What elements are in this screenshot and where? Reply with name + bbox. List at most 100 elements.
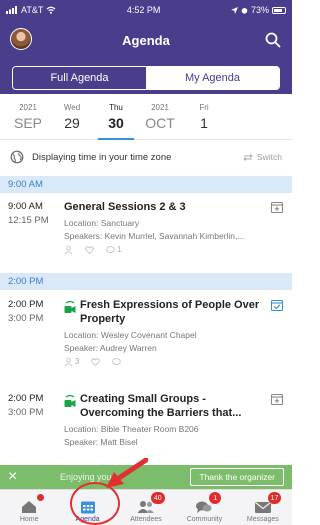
bottom-tab-bar: Home Agenda 40 Attendees 1 Community 17 … bbox=[0, 489, 292, 525]
add-to-calendar-icon[interactable] bbox=[270, 200, 284, 214]
session-speakers: Speaker: Matt Bisel bbox=[64, 437, 138, 447]
page-title: Agenda bbox=[122, 32, 170, 48]
session-speakers: Speaker: Audrey Warren bbox=[64, 343, 157, 353]
session-end: 3:00 PM bbox=[8, 313, 44, 324]
video-icon bbox=[64, 394, 76, 407]
session-title-text: Fresh Expressions of People Over Propert… bbox=[80, 299, 260, 325]
date-day: 30 bbox=[108, 115, 124, 131]
session-title: Fresh Expressions of People Over Propert… bbox=[64, 298, 270, 326]
close-icon[interactable]: × bbox=[8, 468, 24, 486]
signal-icon bbox=[6, 6, 17, 14]
tab-home[interactable]: Home bbox=[0, 490, 58, 525]
date-strip: 2021 SEP Wed 29 Thu 30 2021 OCT Fri 1 bbox=[0, 98, 292, 140]
battery-percent: 73% bbox=[250, 5, 269, 15]
session-body: General Sessions 2 & 3 Location: Sanctua… bbox=[64, 200, 270, 254]
session-times: 2:00 PM 3:00 PM bbox=[8, 298, 54, 326]
messages-badge: 17 bbox=[267, 492, 282, 504]
session-location: Location: Sanctuary bbox=[64, 218, 140, 228]
date-weekday: Fri bbox=[199, 103, 209, 112]
date-year: 2021 bbox=[151, 103, 169, 112]
app-header: Agenda bbox=[0, 20, 292, 60]
session-speakers: Speakers: Kevin Murriel, Savannah Kimber… bbox=[64, 231, 245, 241]
session-title: General Sessions 2 & 3 bbox=[64, 200, 270, 214]
comment-count: 1 bbox=[117, 245, 122, 254]
session-item[interactable]: 2:00 PM 3:00 PM Creating Small Groups - … bbox=[0, 392, 292, 464]
swap-icon bbox=[243, 153, 253, 161]
timezone-text: Displaying time in your time zone bbox=[32, 151, 172, 163]
tab-label: Home bbox=[19, 516, 39, 523]
tab-label: Community bbox=[186, 516, 223, 523]
attendee-count: 3 bbox=[75, 357, 80, 366]
heart-icon[interactable] bbox=[85, 245, 94, 254]
date-month-sep: 2021 SEP bbox=[6, 98, 50, 139]
timezone-row: Displaying time in your time zone Switch bbox=[0, 144, 292, 170]
session-times: 9:00 AM 12:15 PM bbox=[8, 200, 54, 228]
thank-organizer-button[interactable]: Thank the organizer bbox=[190, 468, 284, 486]
date-wed-29[interactable]: Wed 29 bbox=[50, 98, 94, 139]
globe-icon bbox=[10, 150, 24, 164]
session-title-text: General Sessions 2 & 3 bbox=[64, 201, 186, 213]
heart-icon[interactable] bbox=[91, 357, 101, 366]
date-fri-1[interactable]: Fri 1 bbox=[182, 98, 226, 139]
session-title: Creating Small Groups - Overcoming the B… bbox=[64, 392, 270, 420]
battery-icon bbox=[271, 6, 286, 14]
session-times: 2:00 PM 3:00 PM bbox=[8, 392, 54, 420]
time-group-header: 2:00 PM bbox=[0, 273, 292, 290]
avatar[interactable] bbox=[10, 28, 32, 50]
tab-messages[interactable]: 17 Messages bbox=[234, 490, 292, 525]
status-right: 73% bbox=[230, 5, 286, 15]
session-actions: 3 bbox=[64, 357, 270, 366]
timezone-switch-label: Switch bbox=[256, 152, 282, 162]
alarm-icon bbox=[241, 7, 248, 14]
status-left: AT&T bbox=[6, 5, 56, 15]
date-thu-30[interactable]: Thu 30 bbox=[94, 98, 138, 140]
video-icon bbox=[64, 300, 76, 313]
session-item[interactable]: 9:00 AM 12:15 PM General Sessions 2 & 3 … bbox=[0, 200, 292, 260]
status-bar: AT&T 4:52 PM 73% bbox=[0, 0, 292, 20]
date-month: OCT bbox=[145, 115, 175, 131]
comment-icon[interactable]: 1 bbox=[106, 245, 121, 254]
tab-full-agenda[interactable]: Full Agenda bbox=[13, 67, 146, 89]
search-icon[interactable] bbox=[264, 31, 282, 49]
date-day: 29 bbox=[64, 115, 80, 131]
attendees-icon[interactable] bbox=[64, 245, 73, 254]
date-weekday: Thu bbox=[109, 103, 123, 112]
session-location: Location: Bible Theater Room B206 bbox=[64, 424, 199, 434]
date-month: SEP bbox=[13, 115, 42, 131]
session-start: 2:00 PM bbox=[8, 299, 44, 310]
tab-my-agenda[interactable]: My Agenda bbox=[146, 67, 279, 89]
session-body: Creating Small Groups - Overcoming the B… bbox=[64, 392, 270, 449]
session-body: Fresh Expressions of People Over Propert… bbox=[64, 298, 270, 366]
session-end: 3:00 PM bbox=[8, 407, 44, 418]
tab-label: Messages bbox=[246, 516, 279, 523]
wifi-icon bbox=[46, 6, 56, 14]
tab-attendees[interactable]: 40 Attendees bbox=[117, 490, 175, 525]
carrier-label: AT&T bbox=[21, 5, 44, 15]
community-badge: 1 bbox=[209, 492, 222, 504]
location-icon bbox=[230, 6, 238, 14]
agenda-toggle-bar: Full Agenda My Agenda bbox=[0, 60, 292, 94]
session-start: 9:00 AM bbox=[8, 201, 43, 212]
notification-dot bbox=[37, 494, 44, 501]
session-item[interactable]: 2:00 PM 3:00 PM Fresh Expressions of Peo… bbox=[0, 298, 292, 370]
session-title-text: Creating Small Groups - Overcoming the B… bbox=[80, 393, 242, 419]
time-group-header: 9:00 AM bbox=[0, 176, 292, 193]
home-icon bbox=[22, 501, 37, 513]
session-start: 2:00 PM bbox=[8, 393, 44, 404]
date-year: 2021 bbox=[19, 103, 37, 112]
comment-icon[interactable] bbox=[112, 357, 122, 366]
timezone-switch-button[interactable]: Switch bbox=[243, 152, 282, 162]
clock: 4:52 PM bbox=[126, 5, 161, 15]
attendees-badge: 40 bbox=[150, 492, 165, 504]
agenda-segmented-control: Full Agenda My Agenda bbox=[12, 66, 280, 90]
calendar-added-icon[interactable] bbox=[270, 298, 284, 312]
session-location: Location: Wesley Covenant Chapel bbox=[64, 330, 197, 340]
tab-label: Attendees bbox=[130, 516, 162, 523]
session-end: 12:15 PM bbox=[8, 215, 49, 226]
attendees-icon[interactable]: 3 bbox=[64, 357, 79, 366]
add-to-calendar-icon[interactable] bbox=[270, 392, 284, 406]
date-weekday: Wed bbox=[63, 103, 81, 112]
annotation-arrow-icon bbox=[106, 458, 148, 488]
tab-community[interactable]: 1 Community bbox=[175, 490, 233, 525]
date-month-oct: 2021 OCT bbox=[138, 98, 182, 139]
